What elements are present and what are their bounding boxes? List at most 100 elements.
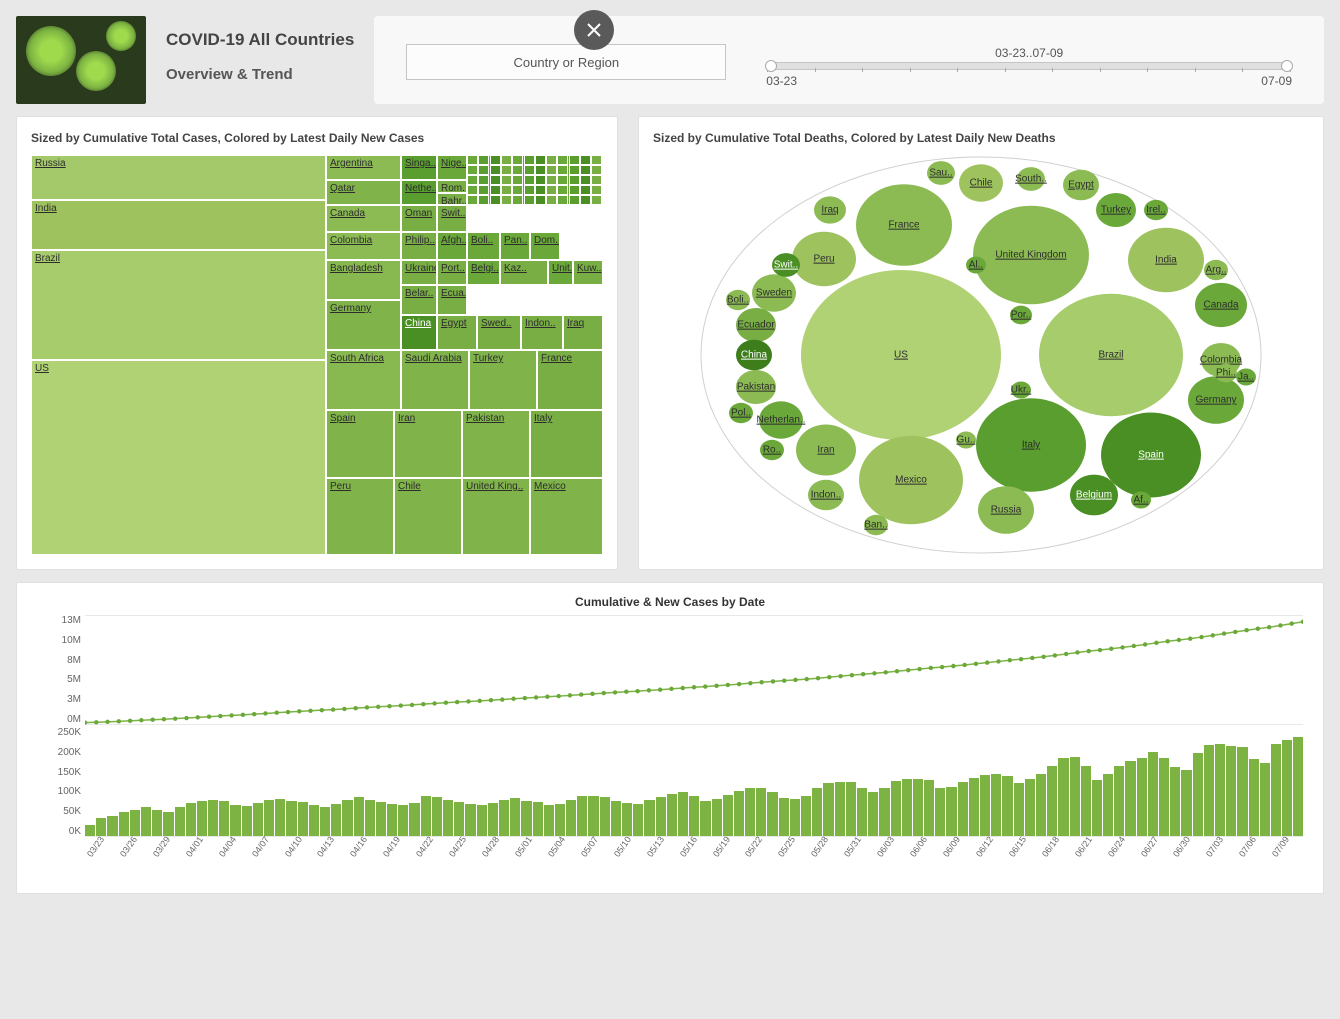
treemap-cell-small[interactable] bbox=[569, 175, 580, 185]
bar[interactable] bbox=[1081, 766, 1091, 836]
bar[interactable] bbox=[1002, 776, 1012, 836]
treemap-cell[interactable]: Belgi.. bbox=[467, 260, 500, 285]
bar[interactable] bbox=[644, 800, 654, 836]
treemap-cell[interactable]: Boli.. bbox=[467, 232, 500, 260]
bar[interactable] bbox=[152, 810, 162, 836]
bar[interactable] bbox=[1047, 766, 1057, 836]
treemap-cell[interactable]: Bangladesh bbox=[326, 260, 401, 300]
treemap-cell-small[interactable] bbox=[580, 185, 591, 195]
bar[interactable] bbox=[1137, 758, 1147, 836]
treemap-cell-small[interactable] bbox=[501, 175, 512, 185]
treemap-cell[interactable]: China bbox=[401, 315, 437, 350]
treemap-cell[interactable]: Turkey bbox=[469, 350, 537, 410]
treemap-cell-small[interactable] bbox=[546, 155, 557, 165]
bar[interactable] bbox=[376, 802, 386, 836]
bar[interactable] bbox=[846, 782, 856, 836]
treemap-cell-small[interactable] bbox=[478, 195, 489, 205]
treemap-cell-small[interactable] bbox=[591, 155, 602, 165]
treemap-cell[interactable]: Ukraine bbox=[401, 260, 437, 285]
treemap-cell[interactable]: Iraq bbox=[563, 315, 603, 350]
treemap-cell[interactable]: Singa.. bbox=[401, 155, 437, 180]
treemap-cell-small[interactable] bbox=[569, 185, 580, 195]
treemap-cell-small[interactable] bbox=[580, 165, 591, 175]
treemap-cell[interactable]: South Africa bbox=[326, 350, 401, 410]
treemap-cell[interactable]: Germany bbox=[326, 300, 401, 350]
treemap-cell-small[interactable] bbox=[512, 185, 523, 195]
treemap-cell-small[interactable] bbox=[512, 175, 523, 185]
bar[interactable] bbox=[577, 796, 587, 836]
treemap-cell[interactable]: Peru bbox=[326, 478, 394, 555]
treemap-cell[interactable]: Qatar bbox=[326, 180, 401, 205]
treemap-cell-small[interactable] bbox=[501, 155, 512, 165]
date-slider[interactable] bbox=[766, 62, 1292, 70]
treemap-cell-small[interactable] bbox=[524, 155, 535, 165]
bar[interactable] bbox=[1193, 753, 1203, 836]
bar[interactable] bbox=[611, 801, 621, 836]
treemap-cell-small[interactable] bbox=[501, 165, 512, 175]
new-cases-bar-chart[interactable] bbox=[85, 727, 1303, 837]
treemap-cell-small[interactable] bbox=[512, 165, 523, 175]
treemap-cell-small[interactable] bbox=[546, 175, 557, 185]
bar[interactable] bbox=[935, 788, 945, 836]
treemap-cell[interactable]: Pan.. bbox=[500, 232, 530, 260]
treemap-cell[interactable]: Port.. bbox=[437, 260, 467, 285]
bar[interactable] bbox=[712, 799, 722, 836]
treemap-cell[interactable]: Afgh.. bbox=[437, 232, 467, 260]
treemap-cell[interactable]: Egypt bbox=[437, 315, 477, 350]
treemap-cell-small[interactable] bbox=[490, 165, 501, 175]
treemap-cell[interactable]: Oman bbox=[401, 205, 437, 232]
treemap-cell-small[interactable] bbox=[478, 175, 489, 185]
bar[interactable] bbox=[980, 775, 990, 836]
treemap-cell-small[interactable] bbox=[580, 195, 591, 205]
bar[interactable] bbox=[275, 799, 285, 836]
bar[interactable] bbox=[1249, 759, 1259, 836]
bar[interactable] bbox=[1237, 747, 1247, 836]
treemap-cell-small[interactable] bbox=[490, 155, 501, 165]
treemap-cell[interactable]: Italy bbox=[530, 410, 603, 478]
treemap-cell-small[interactable] bbox=[546, 165, 557, 175]
treemap-cell-small[interactable] bbox=[569, 165, 580, 175]
treemap-cell[interactable]: Pakistan bbox=[462, 410, 530, 478]
treemap-cell-small[interactable] bbox=[467, 155, 478, 165]
bar[interactable] bbox=[1271, 744, 1281, 836]
bar[interactable] bbox=[1014, 783, 1024, 836]
treemap-cell-small[interactable] bbox=[524, 185, 535, 195]
treemap-cell-small[interactable] bbox=[524, 175, 535, 185]
treemap-cell[interactable]: United King.. bbox=[462, 478, 530, 555]
treemap-cell[interactable]: Mexico bbox=[530, 478, 603, 555]
treemap-cell[interactable]: Ecua.. bbox=[437, 285, 467, 315]
bar[interactable] bbox=[1058, 758, 1068, 836]
bar[interactable] bbox=[1282, 740, 1292, 836]
treemap-cell-small[interactable] bbox=[478, 165, 489, 175]
treemap-cell-small[interactable] bbox=[591, 185, 602, 195]
treemap-cell[interactable]: Brazil bbox=[31, 250, 326, 360]
treemap-cell[interactable]: Dom.. bbox=[530, 232, 560, 260]
slider-handle-end[interactable] bbox=[1281, 60, 1293, 72]
treemap-cell-small[interactable] bbox=[467, 185, 478, 195]
bar[interactable] bbox=[1125, 761, 1135, 836]
bar[interactable] bbox=[913, 779, 923, 836]
bar[interactable] bbox=[1159, 758, 1169, 836]
treemap-cell-small[interactable] bbox=[535, 155, 546, 165]
bar[interactable] bbox=[969, 778, 979, 836]
treemap-cell-small[interactable] bbox=[501, 185, 512, 195]
treemap-cell[interactable]: Swit.. bbox=[437, 205, 467, 232]
treemap-cell[interactable]: India bbox=[31, 200, 326, 250]
bar[interactable] bbox=[1070, 757, 1080, 836]
treemap-cell[interactable]: Argentina bbox=[326, 155, 401, 180]
bar[interactable] bbox=[812, 788, 822, 836]
treemap-cell-small[interactable] bbox=[535, 175, 546, 185]
treemap-cell-small[interactable] bbox=[546, 185, 557, 195]
bar[interactable] bbox=[119, 812, 129, 836]
treemap-cell[interactable]: Chile bbox=[394, 478, 462, 555]
bar[interactable] bbox=[286, 801, 296, 836]
treemap-cell-small[interactable] bbox=[467, 195, 478, 205]
bar[interactable] bbox=[219, 801, 229, 836]
treemap-cell-small[interactable] bbox=[580, 175, 591, 185]
treemap-cell-small[interactable] bbox=[557, 185, 568, 195]
bar[interactable] bbox=[779, 798, 789, 836]
bar[interactable] bbox=[801, 796, 811, 836]
cumulative-line-chart[interactable] bbox=[85, 615, 1303, 725]
bar[interactable] bbox=[85, 825, 95, 836]
treemap-cell[interactable]: Iran bbox=[394, 410, 462, 478]
